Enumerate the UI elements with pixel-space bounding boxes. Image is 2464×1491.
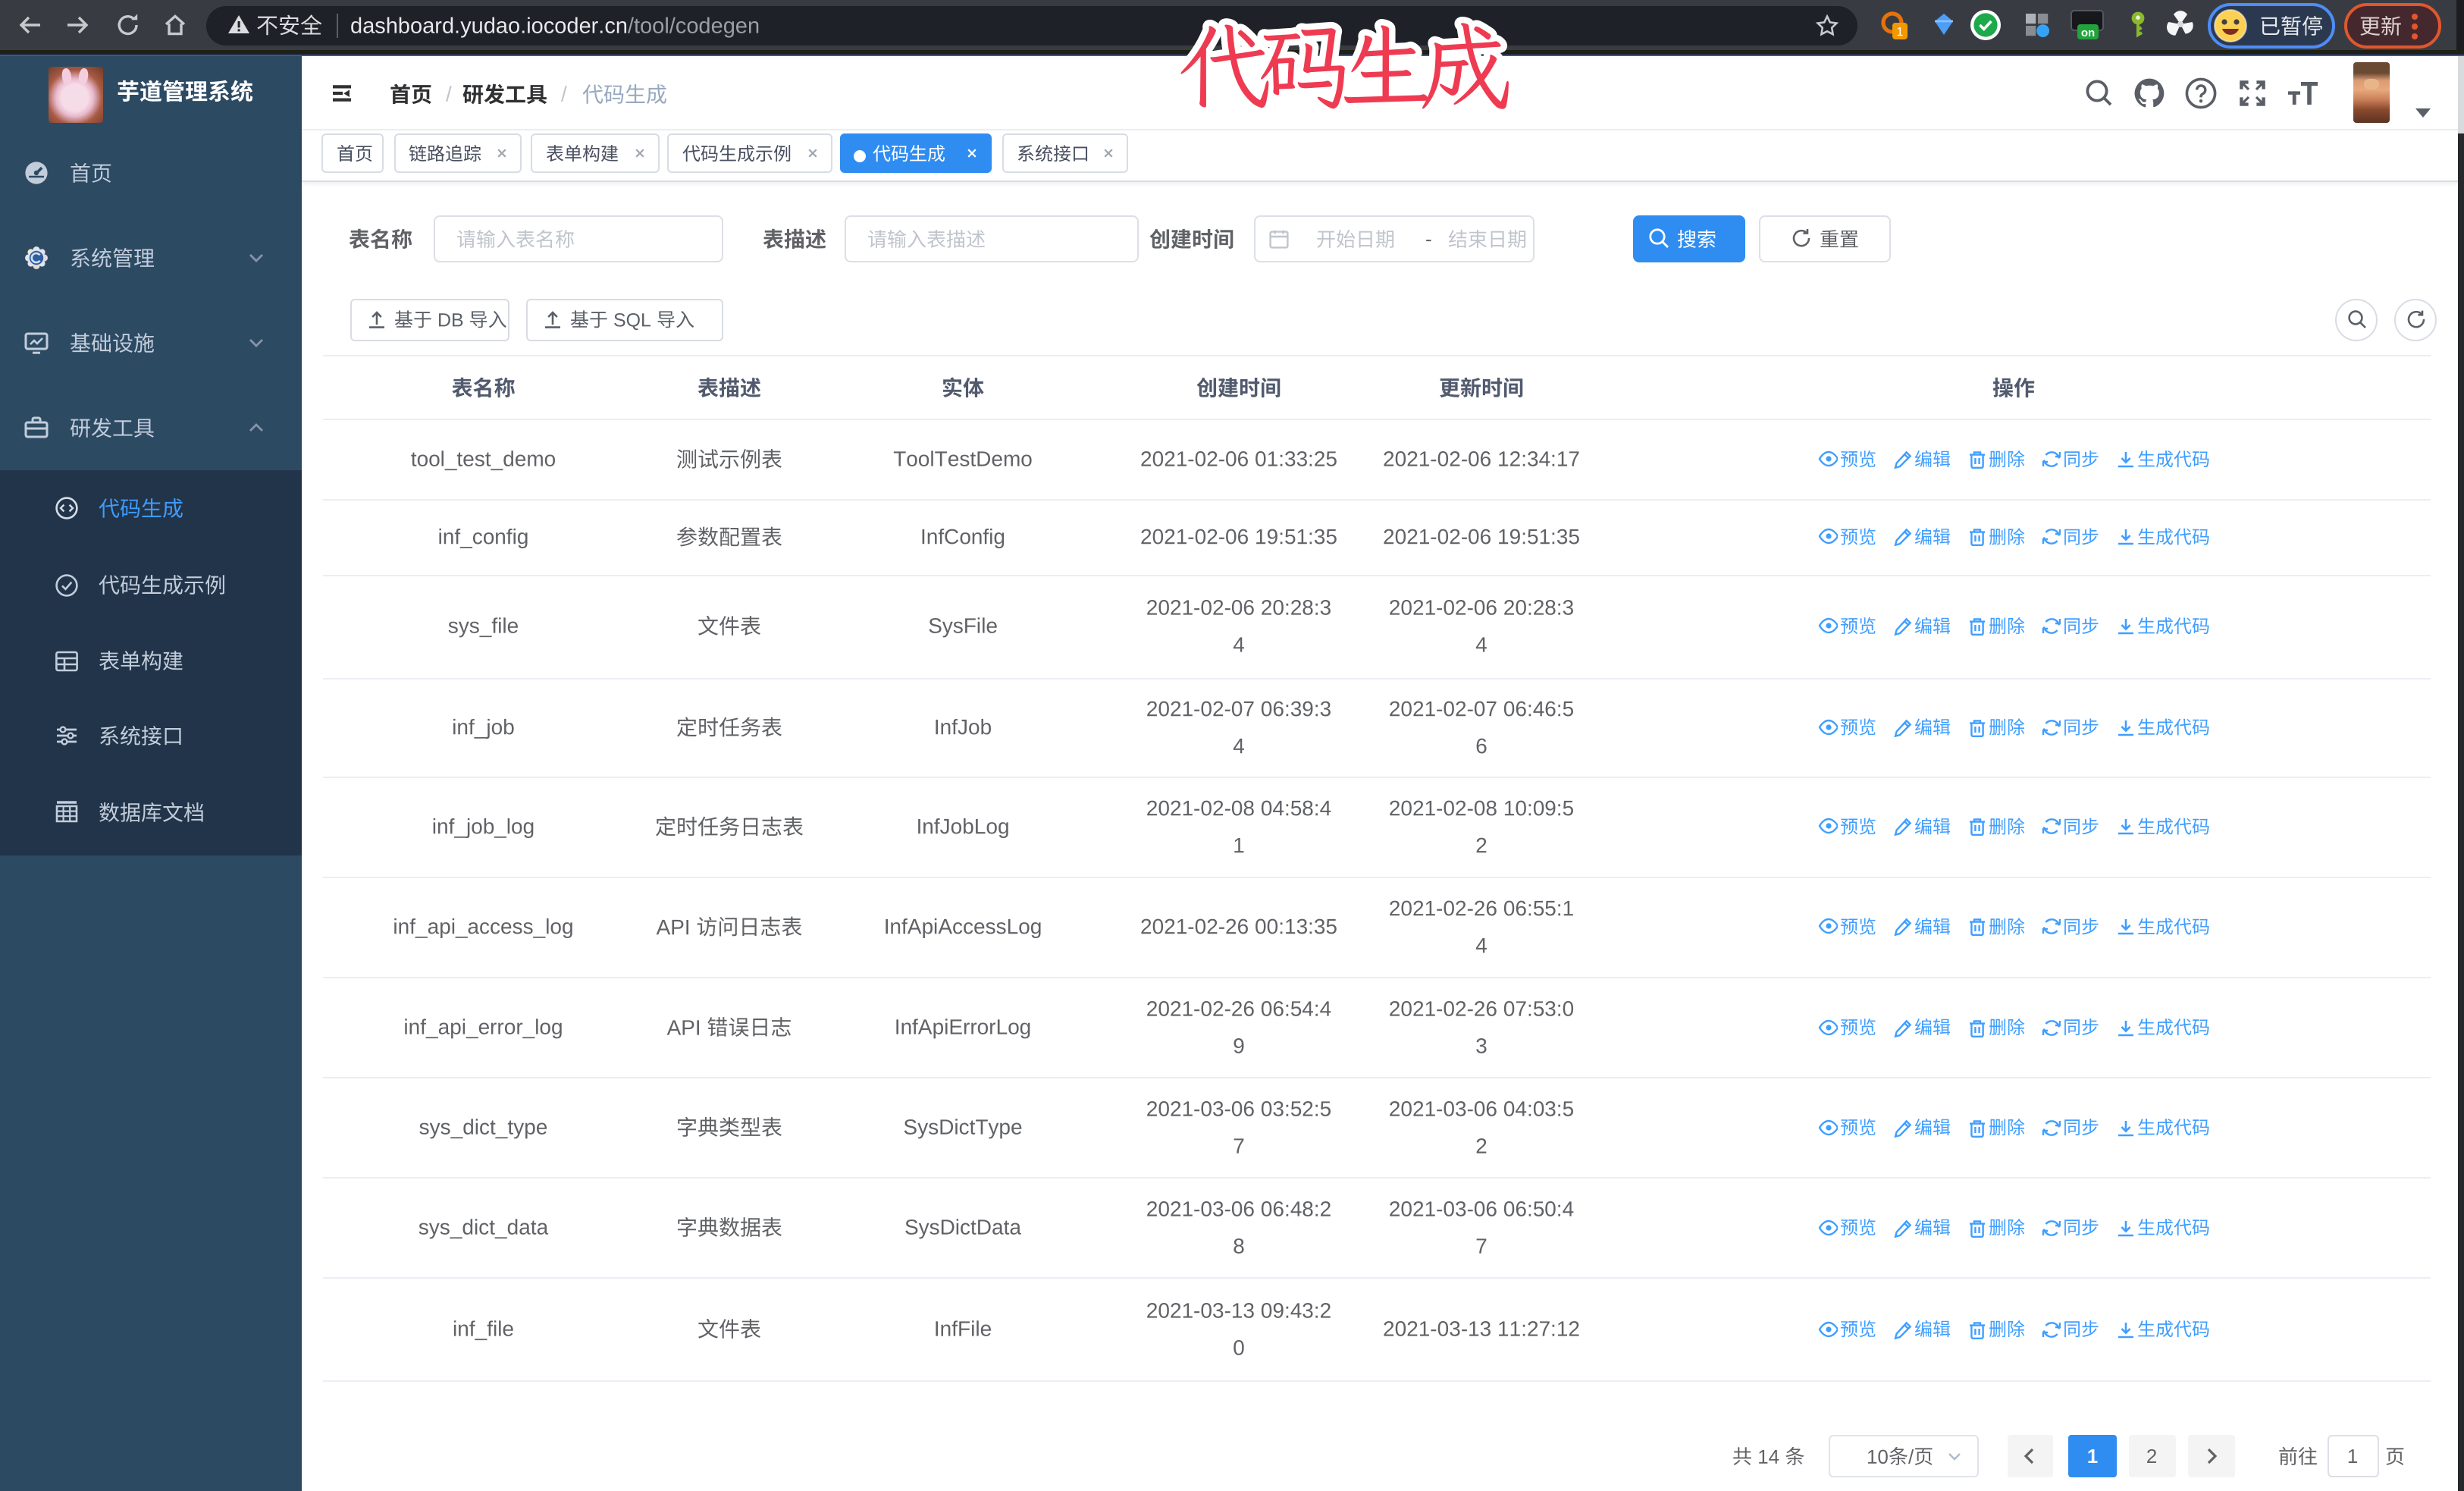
svg-text:on: on: [2081, 27, 2095, 39]
svg-text:1: 1: [1897, 26, 1904, 39]
